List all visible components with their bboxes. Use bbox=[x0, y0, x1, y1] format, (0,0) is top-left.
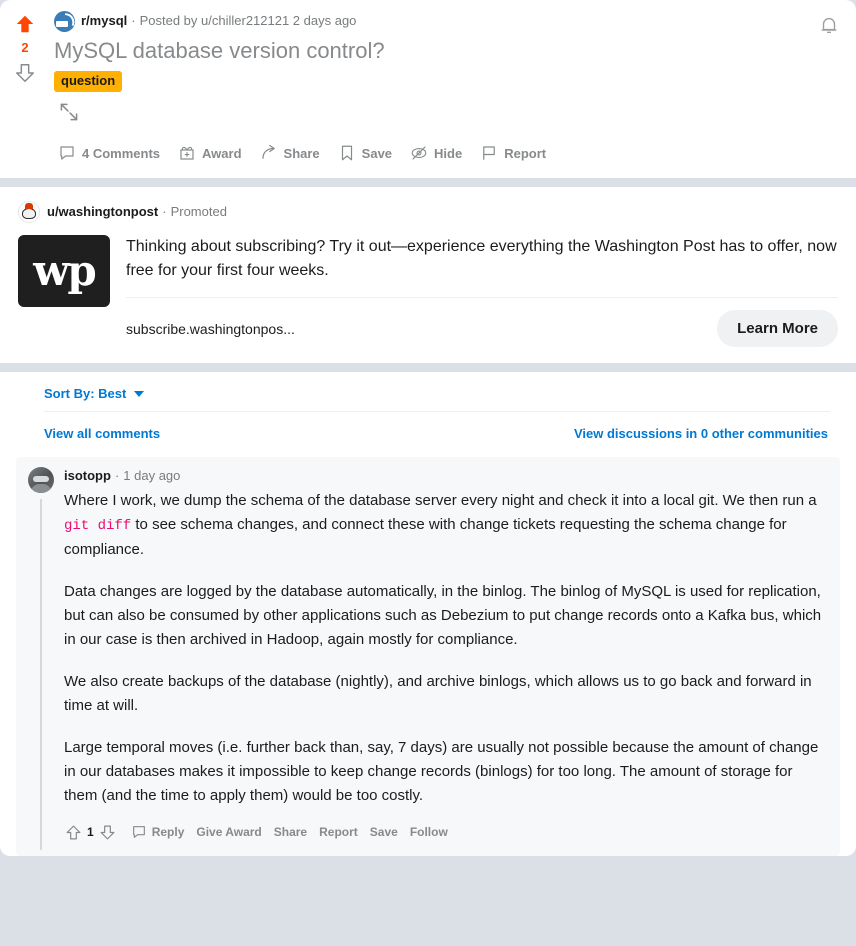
comment-reply-label: Reply bbox=[151, 825, 185, 839]
comment-p1-after: to see schema changes, and connect these… bbox=[64, 516, 787, 558]
subreddit-link[interactable]: r/mysql bbox=[81, 12, 127, 30]
section-gap bbox=[0, 178, 856, 187]
comment-follow-button[interactable]: Follow bbox=[404, 821, 454, 843]
comment-save-label: Save bbox=[369, 825, 398, 839]
comment-give-award-label: Give Award bbox=[196, 825, 262, 839]
arrow-up-filled-icon bbox=[16, 15, 34, 33]
flag-icon bbox=[480, 144, 498, 162]
washingtonpost-avatar-icon bbox=[18, 201, 40, 223]
gift-icon bbox=[178, 144, 196, 162]
sort-row: Sort By: Best bbox=[16, 382, 840, 411]
chevron-down-icon bbox=[134, 390, 145, 397]
sort-by-button[interactable]: Sort By: Best bbox=[44, 386, 145, 401]
comment-thread: isotopp · 1 day ago Where I work, we dum… bbox=[16, 457, 840, 856]
share-arrow-icon bbox=[260, 144, 278, 162]
ad-footer: subscribe.washingtonpos... Learn More bbox=[126, 310, 838, 347]
thread-collapse-line[interactable] bbox=[40, 499, 42, 850]
post-report-label: Report bbox=[504, 145, 547, 161]
post-flair[interactable]: question bbox=[54, 71, 123, 92]
post-author-line[interactable]: Posted by u/chiller212121 2 days ago bbox=[140, 12, 357, 30]
comment-bubble-icon bbox=[131, 824, 147, 840]
post-hide-button[interactable]: Hide bbox=[406, 139, 466, 167]
ad-username[interactable]: u/washingtonpost bbox=[47, 203, 158, 221]
post-save-label: Save bbox=[361, 145, 393, 161]
post-title[interactable]: MySQL database version control? bbox=[54, 37, 844, 65]
arrow-down-outline-icon bbox=[100, 825, 115, 839]
comment-action-bar: 1 Reply Give Award Share Report Save Fol… bbox=[62, 820, 828, 850]
comment-share-button[interactable]: Share bbox=[268, 821, 313, 843]
post-hide-label: Hide bbox=[434, 145, 463, 161]
comment-timestamp: 1 day ago bbox=[123, 468, 181, 483]
promoted-ad-card: u/washingtonpost · Promoted wp Thinking … bbox=[0, 187, 856, 363]
comment-downvote-button[interactable] bbox=[97, 821, 119, 843]
downvote-button[interactable] bbox=[11, 59, 39, 87]
meta-separator: · bbox=[131, 13, 136, 28]
inline-code: git diff bbox=[64, 518, 132, 534]
ad-promoted-label: Promoted bbox=[170, 204, 227, 219]
view-all-comments-link[interactable]: View all comments bbox=[44, 426, 160, 441]
post-expand-row bbox=[54, 92, 844, 132]
post-vote-column: 2 bbox=[0, 0, 50, 178]
comment-report-button[interactable]: Report bbox=[313, 821, 364, 843]
bookmark-icon bbox=[338, 144, 356, 162]
comment-header: isotopp · 1 day ago bbox=[64, 467, 828, 485]
comment-give-award-button[interactable]: Give Award bbox=[190, 821, 267, 843]
post-award-button[interactable]: Award bbox=[174, 139, 246, 167]
comment-reply-button[interactable]: Reply bbox=[125, 820, 191, 844]
notification-bell-icon bbox=[821, 17, 837, 34]
upvote-button[interactable] bbox=[11, 10, 39, 38]
comment-separator: · bbox=[114, 468, 120, 483]
comment-save-button[interactable]: Save bbox=[364, 821, 404, 843]
post-main: r/mysql · Posted by u/chiller212121 2 da… bbox=[50, 0, 856, 178]
comment-score: 1 bbox=[87, 825, 94, 839]
arrow-up-outline-icon bbox=[66, 825, 80, 839]
comment-bubble-icon bbox=[58, 144, 76, 162]
post-award-label: Award bbox=[202, 145, 242, 161]
comment-p1-before: Where I work, we dump the schema of the … bbox=[64, 492, 817, 509]
comment-left-rail bbox=[26, 467, 56, 850]
post-save-button[interactable]: Save bbox=[334, 139, 396, 167]
notification-bell-button[interactable] bbox=[814, 10, 844, 40]
ad-separator: · bbox=[162, 204, 167, 219]
comment-upvote-button[interactable] bbox=[62, 821, 84, 843]
reddit-post-page: 2 r/mysql · Posted by u/chiller212121 2 … bbox=[0, 0, 856, 946]
comment-paragraph-2: Data changes are logged by the database … bbox=[64, 583, 822, 648]
ad-text[interactable]: Thinking about subscribing? Try it out—e… bbox=[126, 235, 838, 283]
ad-content: Thinking about subscribing? Try it out—e… bbox=[126, 235, 838, 347]
expand-arrows-icon[interactable] bbox=[56, 99, 82, 125]
user-avatar[interactable] bbox=[28, 467, 54, 493]
other-communities-link[interactable]: View discussions in 0 other communities bbox=[574, 426, 828, 441]
post-score: 2 bbox=[21, 40, 29, 55]
arrow-down-outline-icon bbox=[16, 64, 34, 82]
post-card: 2 r/mysql · Posted by u/chiller212121 2 … bbox=[0, 0, 856, 178]
ad-header: u/washingtonpost · Promoted bbox=[18, 201, 838, 223]
comment-paragraph-1: Where I work, we dump the schema of the … bbox=[64, 489, 828, 562]
sort-by-label: Sort By: Best bbox=[44, 386, 127, 401]
ad-url[interactable]: subscribe.washingtonpos... bbox=[126, 321, 295, 337]
comment-paragraph-3: We also create backups of the database (… bbox=[64, 673, 812, 714]
comment-share-label: Share bbox=[273, 825, 308, 839]
comment-body: isotopp · 1 day ago Where I work, we dum… bbox=[56, 467, 828, 850]
comment-report-label: Report bbox=[319, 825, 358, 839]
comment-follow-label: Follow bbox=[409, 825, 448, 839]
post-report-button[interactable]: Report bbox=[476, 139, 550, 167]
eye-slash-icon bbox=[410, 144, 428, 162]
post-share-label: Share bbox=[283, 145, 320, 161]
subreddit-avatar-icon bbox=[54, 10, 75, 32]
comments-card: Sort By: Best View all comments View dis… bbox=[0, 372, 856, 856]
comment-author[interactable]: isotopp bbox=[64, 467, 111, 485]
post-comments-button[interactable]: 4 Comments bbox=[54, 139, 164, 167]
ad-body: wp Thinking about subscribing? Try it ou… bbox=[18, 235, 838, 347]
comment-links-row: View all comments View discussions in 0 … bbox=[16, 412, 840, 457]
ad-divider bbox=[126, 297, 838, 298]
learn-more-button[interactable]: Learn More bbox=[717, 310, 838, 347]
post-action-bar: 4 Comments Award Share Save Hide Report bbox=[54, 132, 844, 178]
post-share-button[interactable]: Share bbox=[256, 139, 324, 167]
section-gap-2 bbox=[0, 363, 856, 372]
washingtonpost-logo[interactable]: wp bbox=[18, 235, 110, 307]
post-comments-label: 4 Comments bbox=[82, 145, 161, 161]
comment-paragraph-4: Large temporal moves (i.e. further back … bbox=[64, 739, 819, 804]
post-meta: r/mysql · Posted by u/chiller212121 2 da… bbox=[54, 10, 844, 32]
